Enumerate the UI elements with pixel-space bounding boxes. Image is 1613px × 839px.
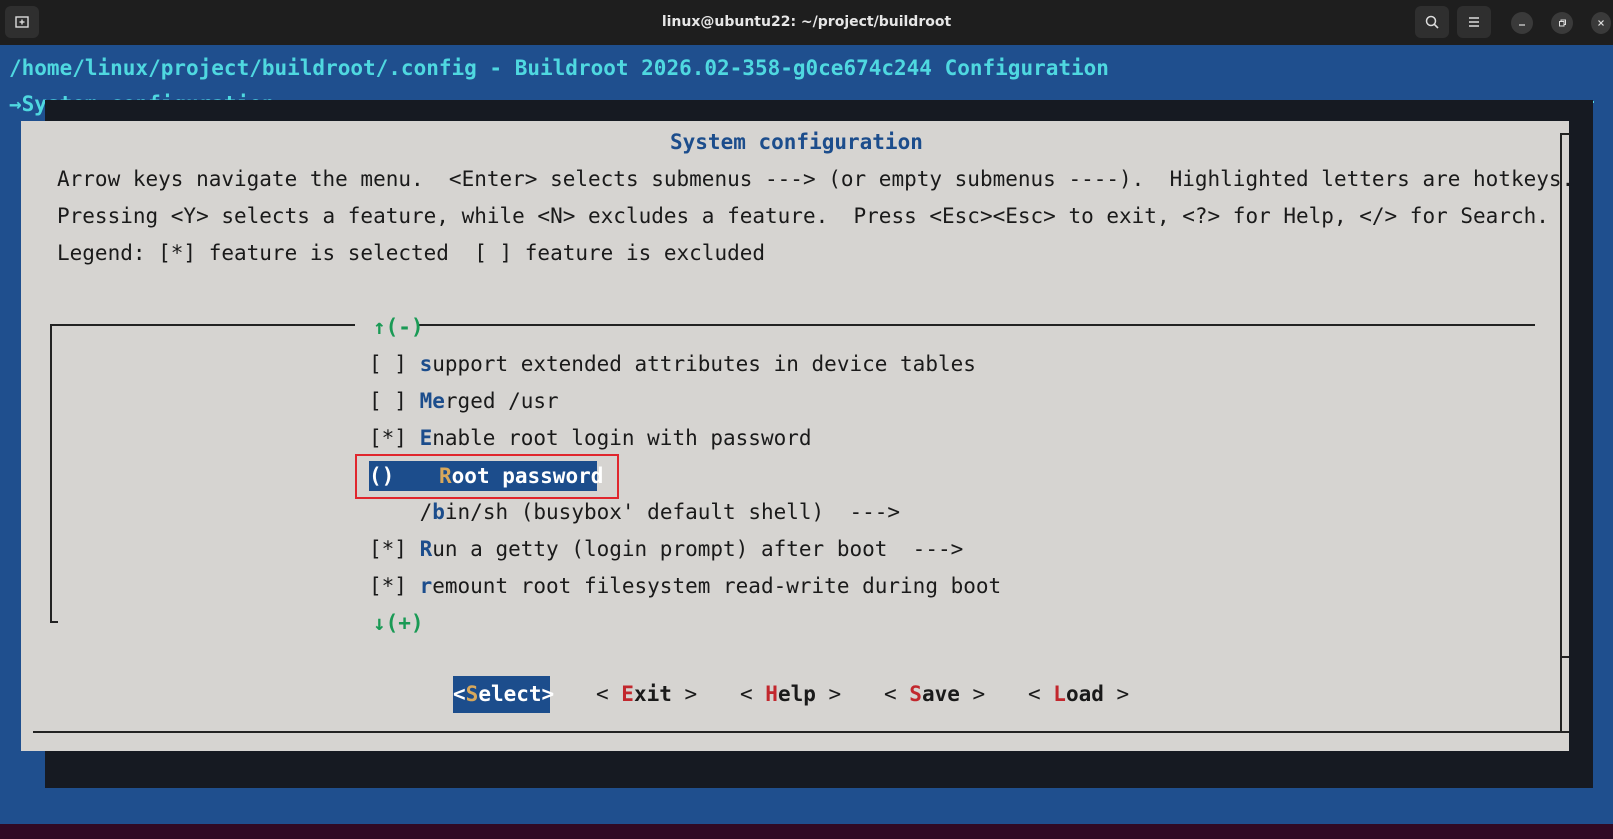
- scroll-down-indicator[interactable]: ↓(+): [373, 608, 424, 638]
- highlight-box: [355, 454, 619, 499]
- exit-button[interactable]: < Exit >: [596, 679, 697, 709]
- select-button[interactable]: <Select>: [453, 676, 554, 713]
- menu-item-prefix: [ ]: [369, 389, 420, 413]
- dialog-bottom-border: [33, 731, 1569, 733]
- terminal-bottom-border: [0, 824, 1613, 839]
- search-icon[interactable]: [1415, 6, 1449, 38]
- menu-item-label: nable root login with password: [432, 426, 812, 450]
- menu-box-left: [50, 324, 52, 622]
- load-button[interactable]: < Load >: [1028, 679, 1129, 709]
- menu-item-hotkey: R: [419, 537, 433, 561]
- save-button[interactable]: < Save >: [884, 679, 985, 709]
- legend-line: Legend: [*] feature is selected [ ] feat…: [57, 241, 766, 265]
- menu-box-top-left: [50, 324, 355, 326]
- menu-item-prefix: [*]: [369, 537, 420, 561]
- dialog-top-right-border: [1560, 133, 1570, 135]
- menu-box-top-right: [417, 324, 1535, 326]
- menu-item-prefix: [*]: [369, 426, 420, 450]
- help-button[interactable]: < Help >: [740, 679, 841, 709]
- menu-item-hotkey: M: [419, 389, 433, 413]
- help-line-1: Arrow keys navigate the menu. <Enter> se…: [57, 167, 1575, 191]
- dialog-right-border: [1560, 133, 1562, 733]
- menu-item-xattr[interactable]: [ ] support extended attributes in devic…: [369, 349, 976, 379]
- menu-item-hotkey: s: [419, 352, 433, 376]
- menu-item-label: ged /usr: [457, 389, 559, 413]
- menu-item-hotkey: r: [419, 574, 433, 598]
- hamburger-menu-icon[interactable]: [1457, 6, 1491, 38]
- menu-box-bottom-corner: [50, 621, 58, 623]
- menu-item-prefix: [369, 500, 420, 524]
- menu-item-hotkey: E: [419, 426, 433, 450]
- menu-item-remount-rw[interactable]: [*] remount root filesystem read-write d…: [369, 571, 1001, 601]
- menu-item-enable-root-login[interactable]: [*] Enable root login with password: [369, 423, 812, 453]
- menu-item-merged-usr[interactable]: [ ] Merged /usr: [369, 386, 559, 416]
- window-title: linux@ubuntu22: ~/project/buildroot: [661, 14, 952, 30]
- close-icon[interactable]: [1591, 12, 1611, 34]
- menu-item-init-shell[interactable]: /bin/sh (busybox' default shell) --->: [369, 497, 900, 527]
- menu-item-hotkey: b: [432, 500, 445, 524]
- config-header: /home/linux/project/buildroot/.config - …: [9, 56, 1109, 80]
- menu-box-right-corner: [1561, 656, 1569, 658]
- help-line-2: Pressing <Y> selects a feature, while <N…: [57, 204, 1549, 228]
- restore-icon[interactable]: [1551, 12, 1573, 34]
- select-button-label: <Select>: [453, 682, 555, 706]
- menu-item-prefix: [ ]: [369, 352, 420, 376]
- menu-item-label-part: r: [444, 389, 458, 413]
- minimize-icon[interactable]: [1511, 12, 1533, 34]
- menu-item-prefix: [*]: [369, 574, 420, 598]
- dialog-title: System configuration: [670, 130, 923, 154]
- window-titlebar: linux@ubuntu22: ~/project/buildroot: [0, 0, 1613, 45]
- menu-item-label: upport extended attributes in device tab…: [432, 352, 976, 376]
- menu-item-label-part: e: [432, 389, 445, 413]
- menu-item-label: in/sh (busybox' default shell) --->: [444, 500, 901, 524]
- menu-item-getty[interactable]: [*] Run a getty (login prompt) after boo…: [369, 534, 963, 564]
- scroll-up-indicator[interactable]: ↑(-): [373, 312, 424, 342]
- menu-item-label: un a getty (login prompt) after boot ---…: [432, 537, 964, 561]
- menu-item-label: emount root filesystem read-write during…: [432, 574, 1002, 598]
- menu-item-label-part: /: [419, 500, 433, 524]
